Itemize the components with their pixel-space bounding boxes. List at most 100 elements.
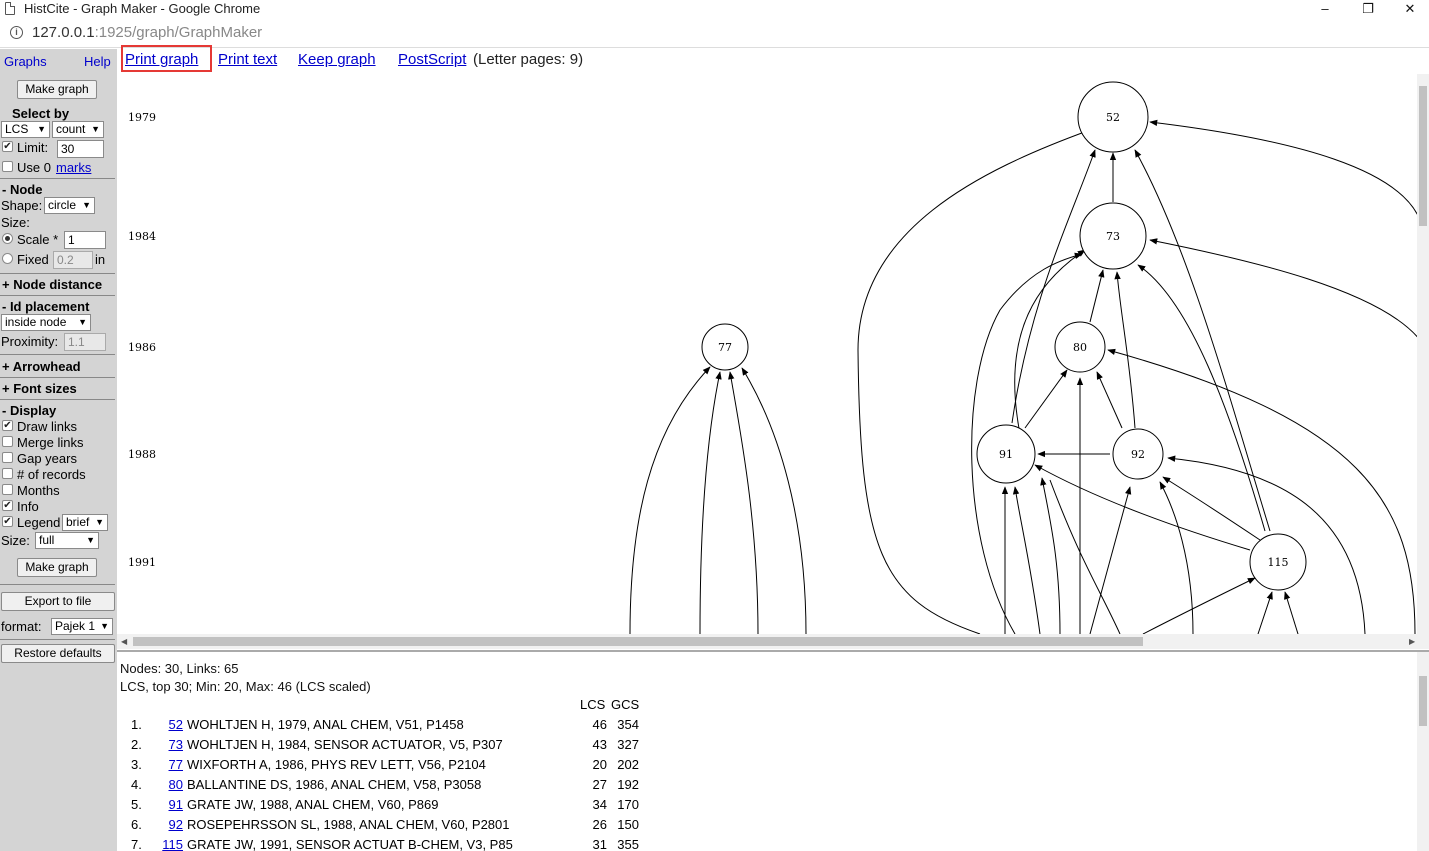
select-by-label: Select by bbox=[12, 106, 70, 121]
id-placement-toggle[interactable]: - Id placement bbox=[2, 299, 89, 314]
graph-vertical-scrollbar[interactable] bbox=[1417, 74, 1429, 634]
export-button[interactable]: Export to file bbox=[1, 592, 115, 611]
column-header-gcs: GCS bbox=[611, 697, 640, 712]
node-distance-toggle[interactable]: + Node distance bbox=[2, 277, 102, 292]
legend-value: brief bbox=[66, 515, 90, 529]
divider bbox=[0, 377, 115, 378]
graphs-link[interactable]: Graphs bbox=[4, 54, 47, 69]
graph-node-52[interactable]: 52 bbox=[1077, 81, 1149, 153]
size2-label: Size: bbox=[1, 533, 30, 548]
record-id-link[interactable]: 52 bbox=[157, 717, 183, 732]
graph-node-80[interactable]: 80 bbox=[1054, 321, 1106, 373]
scale-input[interactable]: 1 bbox=[64, 231, 106, 249]
url-host: 127.0.0.1 bbox=[32, 24, 95, 41]
info-icon[interactable]: i bbox=[10, 26, 23, 39]
url-path: :1925/graph/GraphMaker bbox=[94, 24, 263, 41]
window-title: HistCite - Graph Maker - Google Chrome bbox=[24, 1, 261, 16]
close-button[interactable]: ✕ bbox=[1390, 0, 1429, 18]
address-bar[interactable]: i 127.0.0.1:1925/graph/GraphMaker bbox=[0, 18, 1429, 48]
record-id-link[interactable]: 80 bbox=[157, 777, 183, 792]
record-lcs: 31 bbox=[592, 837, 607, 851]
scale-label: Scale * bbox=[17, 232, 59, 247]
select-mode-value: count bbox=[56, 122, 86, 136]
merge-links-label: Merge links bbox=[17, 435, 84, 450]
num-records-checkbox[interactable] bbox=[2, 468, 13, 479]
fixed-radio[interactable] bbox=[2, 253, 13, 264]
proximity-input[interactable]: 1.1 bbox=[64, 333, 106, 351]
records-vertical-scrollbar[interactable] bbox=[1417, 652, 1429, 851]
draw-links-checkbox[interactable]: ✔ bbox=[2, 420, 13, 431]
graph-node-77[interactable]: 77 bbox=[701, 323, 749, 371]
graph-node-91[interactable]: 91 bbox=[976, 424, 1036, 484]
legend-dropdown[interactable]: brief ▼ bbox=[62, 514, 108, 531]
size-dropdown[interactable]: full ▼ bbox=[35, 532, 99, 549]
select-mode-dropdown[interactable]: count ▼ bbox=[52, 121, 104, 138]
restore-button[interactable]: ❐ bbox=[1348, 0, 1388, 18]
legend-checkbox[interactable]: ✔ bbox=[2, 516, 13, 527]
make-graph-button-2[interactable]: Make graph bbox=[17, 558, 97, 577]
shape-dropdown[interactable]: circle ▼ bbox=[44, 197, 95, 214]
print-graph-link[interactable]: Print graph bbox=[125, 51, 198, 68]
divider bbox=[0, 399, 115, 400]
record-lcs: 26 bbox=[592, 817, 607, 832]
divider bbox=[0, 584, 115, 585]
record-id-link[interactable]: 115 bbox=[157, 837, 183, 851]
graph-node-115[interactable]: 115 bbox=[1249, 533, 1307, 591]
record-lcs: 34 bbox=[592, 797, 607, 812]
limit-checkbox[interactable]: ✔ bbox=[2, 141, 13, 152]
postscript-link[interactable]: PostScript bbox=[398, 51, 466, 68]
divider bbox=[0, 273, 115, 274]
info-checkbox[interactable]: ✔ bbox=[2, 500, 13, 511]
record-id-link[interactable]: 73 bbox=[157, 737, 183, 752]
record-citation: WIXFORTH A, 1986, PHYS REV LETT, V56, P2… bbox=[187, 757, 486, 772]
font-sizes-toggle[interactable]: + Font sizes bbox=[2, 381, 77, 396]
id-placement-dropdown[interactable]: inside node ▼ bbox=[1, 314, 91, 331]
scroll-left-icon[interactable]: ◀ bbox=[121, 637, 127, 646]
marks-link[interactable]: marks bbox=[56, 160, 91, 175]
display-section-toggle[interactable]: - Display bbox=[2, 403, 56, 418]
chevron-down-icon: ▼ bbox=[95, 517, 104, 527]
scrollbar-thumb[interactable] bbox=[1419, 676, 1427, 726]
make-graph-button[interactable]: Make graph bbox=[17, 80, 97, 99]
record-id-link[interactable]: 92 bbox=[157, 817, 183, 832]
record-lcs: 43 bbox=[592, 737, 607, 752]
months-label: Months bbox=[17, 483, 60, 498]
node-label: 91 bbox=[999, 448, 1013, 461]
limit-input[interactable]: 30 bbox=[57, 140, 104, 158]
print-text-link[interactable]: Print text bbox=[218, 51, 277, 68]
use-marks-checkbox[interactable] bbox=[2, 161, 13, 172]
arrowhead-toggle[interactable]: + Arrowhead bbox=[2, 359, 81, 374]
gap-years-label: Gap years bbox=[17, 451, 77, 466]
scroll-right-icon[interactable]: ▶ bbox=[1409, 637, 1415, 646]
graph-pane[interactable]: 1979 1984 1986 1988 1991 52 73 77 80 91 … bbox=[117, 74, 1429, 649]
draw-links-label: Draw links bbox=[17, 419, 77, 434]
graph-toolbar: Print graph Print text Keep graph PostSc… bbox=[117, 45, 1429, 72]
divider bbox=[0, 178, 115, 179]
graph-node-73[interactable]: 73 bbox=[1079, 202, 1147, 270]
merge-links-checkbox[interactable] bbox=[2, 436, 13, 447]
select-field-dropdown[interactable]: LCS ▼ bbox=[1, 121, 50, 138]
summary-nodes-links: Nodes: 30, Links: 65 bbox=[120, 661, 239, 676]
months-checkbox[interactable] bbox=[2, 484, 13, 495]
gap-years-checkbox[interactable] bbox=[2, 452, 13, 463]
url-text[interactable]: 127.0.0.1:1925/graph/GraphMaker bbox=[32, 18, 262, 48]
keep-graph-link[interactable]: Keep graph bbox=[298, 51, 376, 68]
minimize-button[interactable]: – bbox=[1305, 0, 1345, 18]
help-link[interactable]: Help bbox=[84, 54, 111, 69]
record-gcs: 192 bbox=[617, 777, 639, 792]
record-id-link[interactable]: 91 bbox=[157, 797, 183, 812]
restore-defaults-button[interactable]: Restore defaults bbox=[1, 644, 115, 663]
graph-horizontal-scrollbar[interactable]: ◀ ▶ bbox=[117, 634, 1429, 649]
record-id-link[interactable]: 77 bbox=[157, 757, 183, 772]
format-dropdown[interactable]: Pajek 1 ▼ bbox=[51, 618, 113, 635]
fixed-input[interactable]: 0.2 bbox=[53, 251, 93, 269]
scrollbar-thumb[interactable] bbox=[133, 637, 1143, 646]
size-value: full bbox=[39, 533, 55, 547]
node-section-toggle[interactable]: - Node bbox=[2, 182, 42, 197]
scale-radio[interactable] bbox=[2, 233, 13, 244]
record-citation: GRATE JW, 1988, ANAL CHEM, V60, P869 bbox=[187, 797, 439, 812]
graph-node-92[interactable]: 92 bbox=[1112, 428, 1164, 480]
use-marks-label: Use 0 bbox=[17, 160, 51, 175]
year-label-1979: 1979 bbox=[128, 111, 156, 124]
scrollbar-thumb[interactable] bbox=[1419, 86, 1427, 226]
